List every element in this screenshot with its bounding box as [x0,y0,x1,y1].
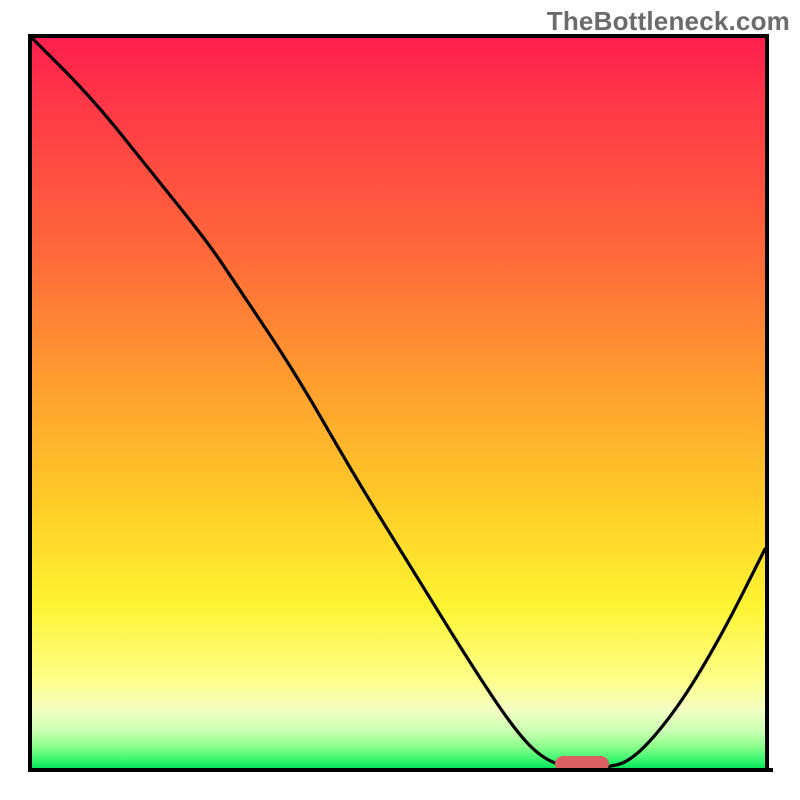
bottleneck-curve [32,38,765,768]
curve-svg [32,38,765,768]
optimal-marker [555,756,609,768]
chart-frame: TheBottleneck.com [0,0,800,800]
plot-area [32,38,765,768]
x-axis [28,768,773,772]
watermark-text: TheBottleneck.com [547,6,790,37]
